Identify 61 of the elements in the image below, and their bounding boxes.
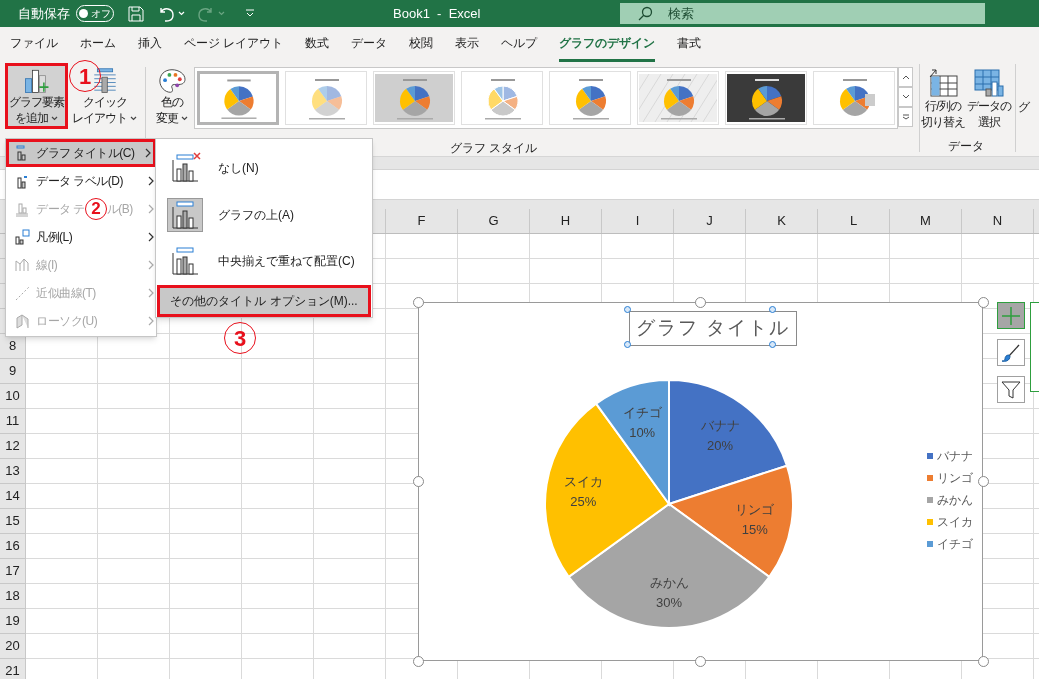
ribbon-button[interactable]: グラフ要素 を追加 xyxy=(5,63,68,129)
row-header[interactable]: 13 xyxy=(0,459,26,484)
autosave-label: 自動保存 xyxy=(18,4,70,23)
ribbon-button[interactable]: 色の 変更 xyxy=(152,63,192,129)
data-label: みかん 30% xyxy=(649,574,689,610)
ribbon-button-label[interactable]: グ xyxy=(1018,98,1030,116)
column-header[interactable]: G xyxy=(458,209,530,233)
legend-label: イチゴ xyxy=(937,535,973,553)
row-header[interactable]: 18 xyxy=(0,584,26,609)
menu-item[interactable]: 凡例(L) xyxy=(6,223,156,251)
data-label: イチゴ 10% xyxy=(622,405,662,441)
ribbon-button[interactable]: データの 選択 xyxy=(967,68,1011,130)
column-header[interactable]: H xyxy=(530,209,602,233)
column-header[interactable]: M xyxy=(890,209,962,233)
row-header[interactable]: 12 xyxy=(0,434,26,459)
group-label: データ xyxy=(948,138,984,155)
column-header[interactable]: J xyxy=(674,209,746,233)
data-label: バナナ 20% xyxy=(700,417,740,453)
ribbon-tab[interactable]: 表示 xyxy=(455,27,480,62)
row-header[interactable]: 14 xyxy=(0,484,26,509)
column-header[interactable]: I xyxy=(602,209,674,233)
group-label: グラフ スタイル xyxy=(449,140,538,157)
legend-label: リンゴ xyxy=(937,469,973,487)
menu-item[interactable]: データ ラベル(D) xyxy=(6,167,156,195)
ribbon-tab[interactable]: ホーム xyxy=(80,27,116,62)
menu-item[interactable]: グラフ タイトル(C) xyxy=(6,139,156,167)
submenu-item[interactable]: グラフの上(A) xyxy=(156,191,372,239)
legend-label: バナナ xyxy=(937,447,973,465)
column-header[interactable]: F xyxy=(386,209,458,233)
ribbon-tab[interactable]: ヘルプ xyxy=(501,27,538,62)
ribbon-tab[interactable]: データ xyxy=(351,27,388,62)
row-header[interactable]: 17 xyxy=(0,559,26,584)
submenu-item[interactable]: なし(N) xyxy=(156,145,372,192)
row-header[interactable]: 9 xyxy=(0,359,26,384)
column-header[interactable]: N xyxy=(962,209,1034,233)
legend-label: みかん xyxy=(937,491,973,509)
ribbon-tab[interactable]: ページ レイアウト xyxy=(184,27,284,62)
submenu-item[interactable]: 中央揃えで重ねて配置(C) xyxy=(156,238,372,285)
column-header[interactable]: K xyxy=(746,209,818,233)
ribbon-tab[interactable]: 挿入 xyxy=(138,27,162,62)
ribbon-tab[interactable]: ファイル xyxy=(10,27,58,62)
window-title: Book1 - Excel xyxy=(393,4,481,23)
data-label: スイカ 25% xyxy=(563,474,603,510)
row-header[interactable]: 20 xyxy=(0,634,26,659)
menu-item[interactable]: その他のタイトル オプション(M)... xyxy=(157,284,371,317)
ribbon-tab[interactable]: 数式 xyxy=(305,27,330,62)
row-header[interactable]: 16 xyxy=(0,534,26,559)
data-label: リンゴ 15% xyxy=(735,501,775,537)
row-header[interactable]: 10 xyxy=(0,384,26,409)
legend-label: スイカ xyxy=(937,513,973,531)
ribbon-tab[interactable]: 校閲 xyxy=(409,27,434,62)
chart-area[interactable]: バナナ 20% リンゴ 15% みかん 30% スイカ 25% イチゴ 10% グラフ タイトル バナナ リンゴ みかん スイカ イチゴ xyxy=(418,302,983,661)
ribbon-tab[interactable]: 書式 xyxy=(677,27,702,62)
ribbon-button[interactable]: 行/列の 切り替え xyxy=(921,68,965,130)
row-header[interactable]: 21 xyxy=(0,659,26,679)
column-header[interactable]: L xyxy=(818,209,890,233)
row-header[interactable]: 15 xyxy=(0,509,26,534)
search-field[interactable]: 検索 xyxy=(620,3,986,24)
row-header[interactable]: 11 xyxy=(0,409,26,434)
chart-title[interactable]: グラフ タイトル xyxy=(629,311,798,346)
row-header[interactable]: 19 xyxy=(0,609,26,634)
